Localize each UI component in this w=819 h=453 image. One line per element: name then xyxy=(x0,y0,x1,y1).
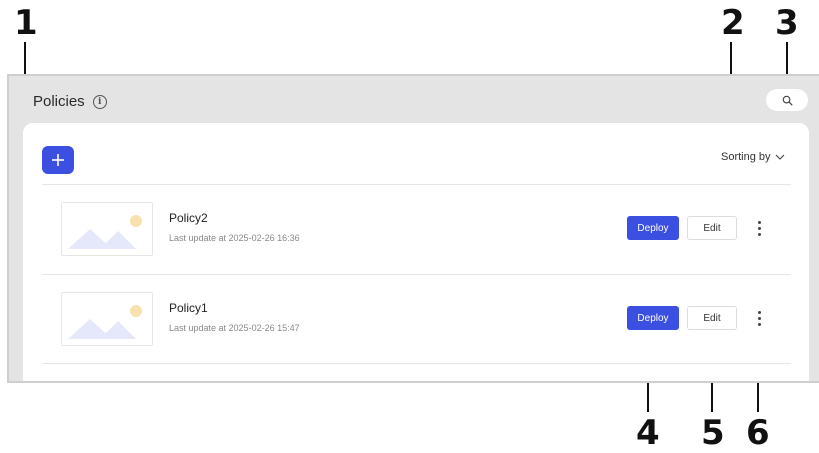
policy-row: Policy1 Last update at 2025-02-26 15:47 … xyxy=(42,275,791,363)
policy-last-update: Last update at 2025-02-26 15:47 xyxy=(169,323,300,333)
policy-name: Policy1 xyxy=(169,301,208,315)
info-icon[interactable]: i xyxy=(92,94,107,109)
search-icon xyxy=(782,95,792,105)
edit-button[interactable]: Edit xyxy=(687,306,737,330)
more-options-icon[interactable] xyxy=(752,217,766,239)
search-button[interactable] xyxy=(766,89,808,111)
sorting-dropdown[interactable]: Sorting by xyxy=(721,151,785,163)
callout-3: 3 xyxy=(775,3,799,43)
policies-panel: Sorting by Policy2 Last update at 2025-0… xyxy=(23,123,809,381)
add-policy-button[interactable] xyxy=(42,146,74,174)
policy-name: Policy2 xyxy=(169,211,208,225)
callout-6: 6 xyxy=(746,413,770,453)
plus-icon xyxy=(52,154,64,166)
callout-2: 2 xyxy=(721,3,745,43)
page-title: Policies xyxy=(33,93,85,110)
edit-button[interactable]: Edit xyxy=(687,216,737,240)
deploy-button[interactable]: Deploy xyxy=(627,216,679,240)
more-options-icon[interactable] xyxy=(752,307,766,329)
divider xyxy=(42,363,791,364)
sorting-label: Sorting by xyxy=(721,151,771,163)
policy-row: Policy2 Last update at 2025-02-26 16:36 … xyxy=(42,185,791,273)
chevron-down-icon xyxy=(775,154,784,160)
policy-thumbnail xyxy=(61,292,153,346)
callout-1: 1 xyxy=(14,3,38,43)
policy-thumbnail xyxy=(61,202,153,256)
policy-last-update: Last update at 2025-02-26 16:36 xyxy=(169,233,300,243)
deploy-button[interactable]: Deploy xyxy=(627,306,679,330)
callout-5: 5 xyxy=(701,413,725,453)
image-placeholder-icon xyxy=(68,305,142,339)
policies-window: Policies i Sorting by Policy2 Last updat… xyxy=(7,74,819,383)
callout-4: 4 xyxy=(636,413,660,453)
image-placeholder-icon xyxy=(68,215,142,249)
page-header: Policies i xyxy=(33,93,107,110)
